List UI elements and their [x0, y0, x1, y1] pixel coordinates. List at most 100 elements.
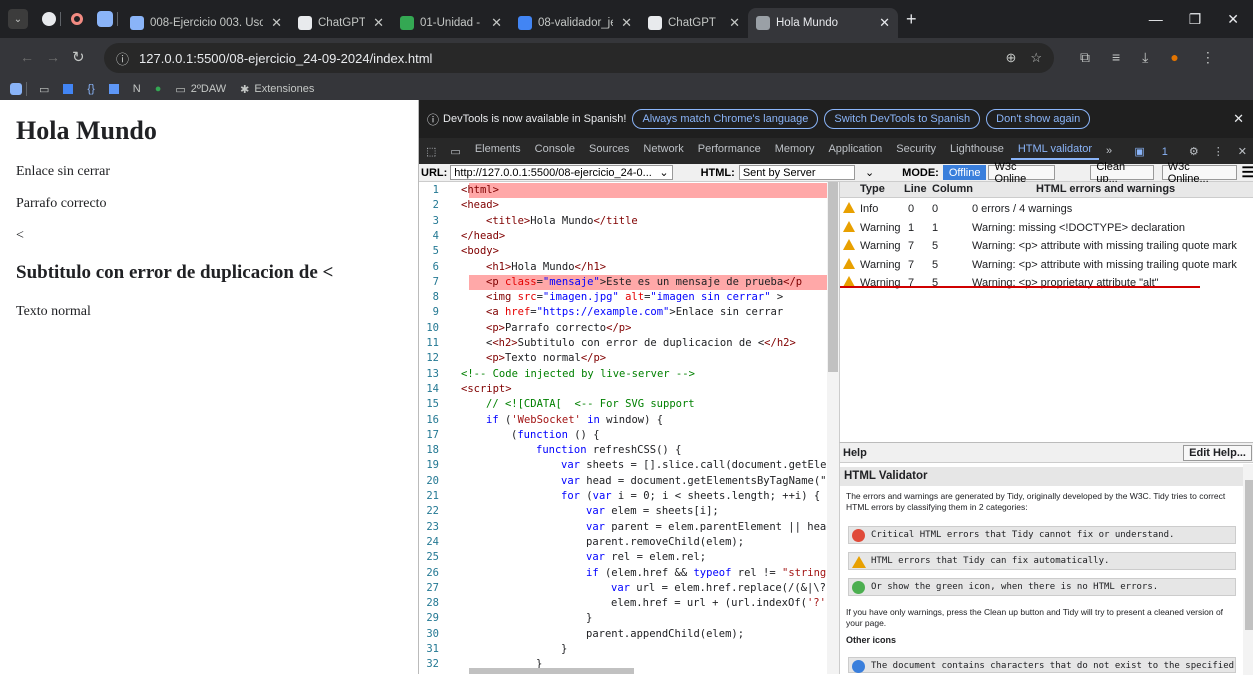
- code-line[interactable]: 18 function refreshCSS() {: [419, 443, 829, 458]
- more-options-icon[interactable]: ⋮: [1206, 145, 1231, 158]
- close-tab-icon[interactable]: ✕: [365, 15, 384, 31]
- github-icon[interactable]: [42, 12, 56, 26]
- cleanup-button[interactable]: Clean up...: [1090, 161, 1154, 185]
- bookmark-icon-3[interactable]: [108, 84, 119, 94]
- code-line[interactable]: 25 var rel = elem.rel;: [419, 550, 829, 565]
- code-line[interactable]: 19 var sheets = [].slice.call(document.ge…: [419, 458, 833, 473]
- paragraph[interactable]: Parrafo correcto: [16, 196, 107, 212]
- browser-tab[interactable]: Hola Mundo ✕: [748, 8, 898, 38]
- more-tabs-icon[interactable]: »: [1099, 145, 1119, 157]
- tab-search-icon[interactable]: ⌄: [8, 9, 28, 29]
- code-line[interactable]: 31}: [419, 642, 829, 657]
- reload-icon[interactable]: ↻: [72, 48, 85, 66]
- inspect-icon[interactable]: ⬚: [419, 145, 443, 158]
- link-text[interactable]: Enlace sin cerrar: [16, 164, 110, 180]
- code-line[interactable]: 8 <img src="imagen.jpg" alt="imagen sin c…: [419, 290, 829, 305]
- pinned-tab-icon[interactable]: [71, 13, 83, 25]
- mode-offline-button[interactable]: Offline: [942, 165, 987, 180]
- folder-icon[interactable]: ▭: [39, 83, 49, 96]
- devtools-tab[interactable]: Performance: [691, 143, 768, 160]
- code-line[interactable]: 20 var head = document.getElementsByTagNa…: [419, 474, 833, 489]
- minimize-icon[interactable]: —: [1149, 11, 1163, 28]
- bookmark-icon-1[interactable]: [63, 84, 74, 94]
- bookmark-star-icon[interactable]: ☆: [1030, 50, 1042, 66]
- settings-icon[interactable]: ⚙: [1182, 145, 1206, 158]
- source-code-view[interactable]: 1 <html> 2 <head> 3 <title>Hola Mundo</title 4…: [419, 182, 839, 674]
- devtools-tab[interactable]: HTML validator: [1010, 143, 1100, 160]
- forward-icon[interactable]: →: [46, 49, 60, 65]
- code-line[interactable]: 12 <p>Texto normal</p>: [419, 351, 829, 366]
- code-line[interactable]: 3 <title>Hola Mundo</title: [419, 214, 829, 229]
- restore-icon[interactable]: ❐: [1189, 11, 1202, 28]
- edit-help-button[interactable]: Edit Help...: [1183, 445, 1252, 461]
- devtools-tab[interactable]: Lighthouse: [943, 143, 1011, 160]
- browser-tab[interactable]: ChatGPT ✕: [290, 8, 392, 38]
- extensions-icon[interactable]: ⧉: [1080, 49, 1090, 66]
- close-infobar-icon[interactable]: ✕: [1233, 111, 1244, 127]
- notion-icon[interactable]: N: [133, 83, 141, 95]
- code-line[interactable]: 6 <h1>Hola Mundo</h1>: [419, 260, 829, 275]
- code-line[interactable]: 24 parent.removeChild(elem);: [419, 535, 829, 550]
- new-tab-button[interactable]: +: [906, 9, 917, 30]
- zoom-icon[interactable]: ⊕: [1005, 50, 1016, 66]
- code-line[interactable]: 9 <a href="https://example.com">Enlace si…: [419, 305, 829, 320]
- subheading[interactable]: Subtitulo con error de duplicacion de <: [16, 262, 333, 284]
- error-row[interactable]: Warning 1 1 Warning: missing <!DOCTYPE> dec…: [840, 219, 1253, 237]
- devtools-tab[interactable]: Application: [821, 143, 889, 160]
- code-line[interactable]: 28 elem.href = url + (url.indexOf('?'): [419, 596, 832, 611]
- puzzle-icon[interactable]: ✱: [240, 83, 249, 96]
- download-icon[interactable]: ⤓: [1142, 49, 1148, 66]
- menu-icon[interactable]: ⋮: [1201, 49, 1215, 66]
- issues-badge[interactable]: ▣ 1: [1120, 145, 1182, 158]
- mode-online-button[interactable]: W3c Online: [988, 161, 1056, 185]
- browser-tab[interactable]: 08-validador_jesus-car✕: [510, 8, 640, 38]
- dont-show-again-button[interactable]: Don't show again: [986, 109, 1091, 129]
- app-icon[interactable]: [10, 83, 22, 95]
- device-toolbar-icon[interactable]: ▭: [443, 145, 467, 158]
- url-bar[interactable]: ⓘ 127.0.0.1:5500/08-ejercicio_24-09-2024…: [104, 43, 1054, 73]
- site-info-icon[interactable]: ⓘ: [116, 49, 129, 68]
- close-tab-icon[interactable]: ✕: [613, 15, 632, 31]
- code-line[interactable]: 1 <html>: [419, 183, 829, 199]
- paragraph[interactable]: Texto normal: [16, 304, 91, 320]
- code-line[interactable]: 13 <!-- Code injected by live-server -->: [419, 367, 829, 382]
- devtools-tab[interactable]: Sources: [582, 143, 636, 160]
- error-row[interactable]: Info 0 0 0 errors / 4 warnings: [840, 200, 1253, 218]
- browser-tab[interactable]: ChatGPT ✕: [640, 8, 748, 38]
- whatsapp-icon[interactable]: ●: [155, 83, 162, 95]
- close-window-icon[interactable]: ✕: [1227, 11, 1239, 28]
- profile-icon[interactable]: ●: [1170, 49, 1178, 66]
- code-line[interactable]: 29}: [419, 611, 829, 626]
- close-tab-icon[interactable]: ✕: [483, 15, 502, 31]
- chevron-down-icon[interactable]: ⌄: [865, 166, 874, 179]
- hamburger-menu-icon[interactable]: ☰: [1241, 164, 1253, 181]
- scroll-thumb[interactable]: [828, 182, 838, 372]
- close-tab-icon[interactable]: ✕: [263, 15, 282, 31]
- code-line[interactable]: 27 var url = elem.href.replace(/(&|\?): [419, 581, 832, 596]
- w3c-online-button[interactable]: W3c Online...: [1161, 161, 1238, 185]
- bookmark-folder-daw[interactable]: 2ºDAW: [191, 83, 226, 95]
- code-line[interactable]: 11 <<h2>Subtitulo con error de duplicacio…: [419, 336, 829, 351]
- help-scroll-thumb[interactable]: [1245, 480, 1253, 630]
- close-tab-icon[interactable]: ✕: [871, 15, 890, 31]
- error-row[interactable]: Warning 7 5 Warning: <p> proprietary attrib…: [840, 274, 1253, 292]
- html-source-select[interactable]: Sent by Server: [738, 165, 855, 180]
- code-line[interactable]: 14 <script>: [419, 382, 829, 397]
- stray-character[interactable]: <: [16, 228, 24, 244]
- folder-icon[interactable]: ▭: [175, 83, 185, 96]
- code-bookmark-icon[interactable]: {}: [87, 83, 94, 95]
- code-line[interactable]: 21 for (var i = 0; i < sheets.length; ++i…: [419, 489, 829, 504]
- close-tab-icon[interactable]: ✕: [721, 15, 740, 31]
- code-line[interactable]: 4 </head>: [419, 229, 829, 244]
- url-select[interactable]: http://127.0.0.1:5500/08-ejercicio_24-0.…: [450, 165, 673, 180]
- horizontal-scroll-thumb[interactable]: [469, 668, 634, 674]
- code-line[interactable]: 2 <head>: [419, 198, 829, 213]
- devtools-tab[interactable]: Elements: [468, 143, 528, 160]
- help-scrollbar[interactable]: [1243, 464, 1253, 675]
- bookmark-extensions[interactable]: Extensiones: [254, 83, 314, 95]
- code-line[interactable]: 23 var parent = elem.parentElement || hea…: [419, 520, 832, 535]
- close-devtools-icon[interactable]: ✕: [1231, 145, 1253, 158]
- code-line[interactable]: 7 <p class="mensaje">Este es un mensaje d…: [419, 274, 829, 291]
- code-line[interactable]: 16 if ('WebSocket' in window) {: [419, 413, 829, 428]
- code-scrollbar[interactable]: [827, 182, 839, 674]
